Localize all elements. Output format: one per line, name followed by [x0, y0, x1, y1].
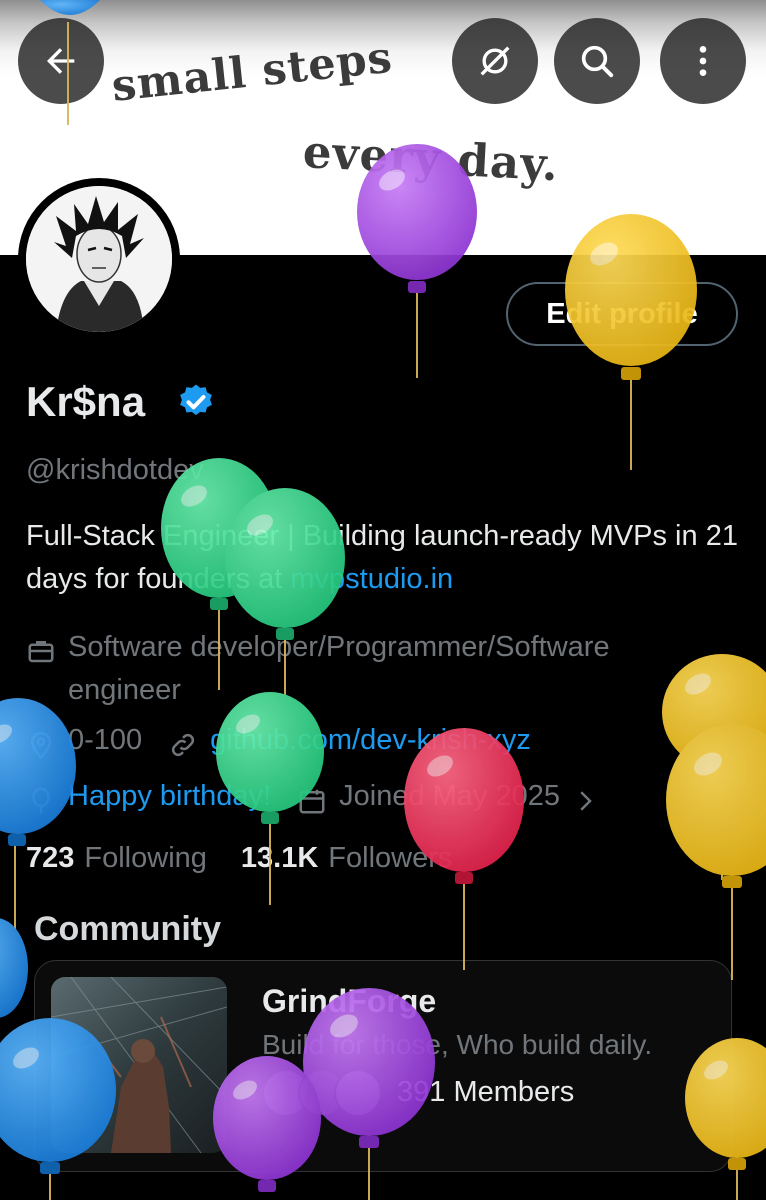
- birthday-text[interactable]: Happy birthday!: [68, 780, 271, 813]
- avatar-illustration: [26, 186, 172, 332]
- arrow-left-icon: [47, 48, 75, 74]
- profession-row: Software developer/Programmer/Software e…: [26, 626, 726, 712]
- website-link[interactable]: github.com/dev-krish-xyz: [210, 724, 531, 757]
- profession-text: Software developer/Programmer/Software e…: [68, 631, 610, 706]
- community-image: [51, 977, 227, 1153]
- more-button[interactable]: [660, 18, 746, 104]
- location-pin-icon: [30, 731, 52, 760]
- more-vertical-icon: [699, 46, 707, 76]
- back-button[interactable]: [18, 18, 104, 104]
- display-name: Kr$na: [26, 378, 146, 425]
- community-card[interactable]: GrindForge Build for those, Who build da…: [34, 960, 732, 1172]
- avatar[interactable]: [18, 178, 180, 340]
- followers-stat[interactable]: 13.1K Followers: [241, 842, 452, 875]
- slash-circle-icon: [480, 46, 510, 76]
- balloon-icon: [32, 787, 50, 814]
- follow-stats: 723 Following 13.1K Followers: [26, 842, 452, 875]
- member-avatars: [262, 1069, 382, 1117]
- birthday-row: Happy birthday! Joined May 2025: [26, 780, 612, 816]
- calendar-icon: [299, 789, 325, 814]
- edit-profile-button[interactable]: Edit profile: [506, 282, 738, 346]
- member-avatar: [334, 1069, 382, 1117]
- briefcase-icon: [28, 641, 54, 663]
- location-text: 0-100: [68, 724, 143, 756]
- chevron-right-icon[interactable]: [570, 786, 600, 816]
- verified-badge-icon[interactable]: [176, 382, 216, 422]
- member-count: 391 Members: [397, 1076, 575, 1108]
- balloon: [666, 724, 766, 980]
- handle: @krishdotdev: [26, 454, 204, 486]
- following-stat[interactable]: 723 Following: [26, 842, 207, 875]
- location-row: 0-100 github.com/dev-krish-xyz: [26, 724, 531, 760]
- bio: Full-Stack Engineer | Building launch-re…: [26, 515, 746, 601]
- community-heading: Community: [34, 910, 221, 948]
- community-name: GrindForge: [262, 983, 437, 1019]
- balloon: [0, 918, 28, 1018]
- community-tagline: Build for those, Who build daily.: [262, 1029, 653, 1060]
- link-icon: [172, 733, 195, 757]
- search-icon: [581, 45, 614, 78]
- mute-button[interactable]: [452, 18, 538, 104]
- banner-text-line2: every day.: [301, 125, 561, 192]
- banner-text-line1: small steps: [109, 32, 395, 112]
- search-button[interactable]: [554, 18, 640, 104]
- joined-text: Joined May 2025: [339, 780, 560, 812]
- bio-link[interactable]: mvpstudio.in: [290, 563, 453, 595]
